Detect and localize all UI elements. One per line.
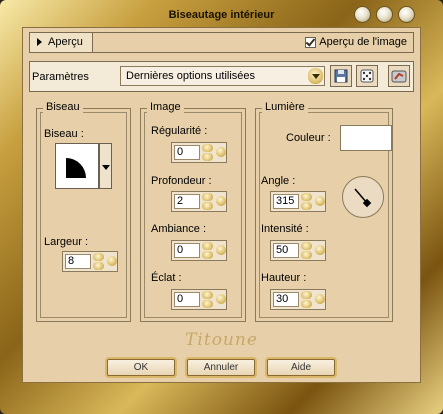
height-input[interactable]: 30 — [273, 292, 299, 307]
angle-slider-button[interactable] — [315, 196, 325, 206]
preview-toggle-button[interactable]: Aperçu — [30, 33, 93, 52]
ok-button[interactable]: OK — [107, 359, 175, 376]
window-title: Biseautage intérieur — [168, 9, 275, 21]
intensity-input[interactable]: 50 — [273, 243, 299, 258]
ambience-spinner[interactable]: 0 — [171, 240, 227, 261]
dialog-client-area: Aperçu Aperçu de l'image Paramètres Dern… — [22, 27, 421, 383]
image-preview-checkbox-wrap[interactable]: Aperçu de l'image — [305, 35, 407, 51]
smoothness-input[interactable]: 0 — [174, 145, 200, 160]
bevel-group: Biseau Biseau : Largeur : 8 — [36, 101, 131, 322]
light-group-title: Lumière — [262, 101, 308, 113]
ambience-slider-button[interactable] — [216, 245, 226, 255]
minimize-button[interactable] — [354, 6, 371, 23]
reset-hand-icon — [391, 70, 407, 83]
angle-needle-icon — [354, 188, 372, 208]
depth-input[interactable]: 2 — [174, 194, 200, 209]
depth-stepper[interactable] — [202, 193, 214, 210]
smoothness-spinner[interactable]: 0 — [171, 142, 227, 163]
ambience-label: Ambiance : — [151, 223, 207, 235]
depth-label: Profondeur : — [151, 175, 212, 187]
presets-label: Paramètres — [32, 71, 89, 83]
bevel-shape-icon — [66, 158, 86, 178]
preview-row: Aperçu Aperçu de l'image — [29, 32, 414, 53]
title-bar[interactable]: Biseautage intérieur — [6, 5, 437, 27]
bevel-shape-dropdown[interactable] — [99, 143, 112, 189]
depth-spinner[interactable]: 2 — [171, 191, 227, 212]
height-spinner[interactable]: 30 — [270, 289, 326, 310]
angle-input[interactable]: 315 — [273, 194, 299, 209]
shininess-stepper[interactable] — [202, 291, 214, 308]
help-button[interactable]: Aide — [267, 359, 335, 376]
light-color-swatch[interactable] — [340, 125, 392, 151]
image-preview-checkbox[interactable] — [305, 36, 317, 48]
ambience-input[interactable]: 0 — [174, 243, 200, 258]
image-group-title: Image — [147, 101, 184, 113]
smoothness-stepper[interactable] — [202, 144, 214, 161]
ambience-stepper[interactable] — [202, 242, 214, 259]
intensity-label: Intensité : — [261, 223, 309, 235]
smoothness-label: Régularité : — [151, 125, 208, 137]
maximize-button[interactable] — [376, 6, 393, 23]
save-disk-icon — [334, 69, 348, 83]
preset-select[interactable]: Dernières options utilisées — [120, 66, 325, 86]
smoothness-slider-button[interactable] — [216, 147, 226, 157]
close-button[interactable] — [398, 6, 415, 23]
angle-dial[interactable] — [342, 176, 384, 218]
height-label: Hauteur : — [261, 272, 307, 284]
light-group: Lumière Couleur : Angle : 315 Intensité … — [255, 101, 393, 322]
width-label: Largeur : — [44, 236, 89, 248]
image-group: Image Régularité : 0 Profondeur : 2 Ambi… — [140, 101, 246, 322]
bevel-group-title: Biseau — [43, 101, 83, 113]
depth-slider-button[interactable] — [216, 196, 226, 206]
cancel-button[interactable]: Annuler — [187, 359, 255, 376]
bevel-shape-preview[interactable] — [55, 143, 99, 189]
dice-icon — [360, 69, 374, 83]
reset-button[interactable] — [388, 65, 410, 87]
shininess-spinner[interactable]: 0 — [171, 289, 227, 310]
dialog-frame: Biseautage intérieur Aperçu Aperçu de l'… — [0, 0, 443, 414]
shininess-slider-button[interactable] — [216, 294, 226, 304]
save-preset-button[interactable] — [330, 65, 352, 87]
author-signature: Titoune — [185, 330, 258, 350]
preset-dropdown-arrow-icon[interactable] — [308, 68, 323, 84]
intensity-spinner[interactable]: 50 — [270, 240, 326, 261]
bevel-label: Biseau : — [44, 128, 84, 140]
image-preview-checkbox-label: Aperçu de l'image — [319, 36, 407, 49]
color-label: Couleur : — [286, 132, 331, 144]
height-slider-button[interactable] — [315, 294, 325, 304]
preview-toggle-label: Aperçu — [48, 36, 83, 48]
angle-stepper[interactable] — [301, 193, 313, 210]
shininess-input[interactable]: 0 — [174, 292, 200, 307]
intensity-stepper[interactable] — [301, 242, 313, 259]
expand-arrow-icon — [37, 38, 42, 46]
height-stepper[interactable] — [301, 291, 313, 308]
intensity-slider-button[interactable] — [315, 245, 325, 255]
presets-row: Paramètres Dernières options utilisées — [29, 61, 414, 92]
angle-label: Angle : — [261, 175, 296, 187]
width-input[interactable]: 8 — [65, 254, 91, 269]
random-button[interactable] — [356, 65, 378, 87]
angle-spinner[interactable]: 315 — [270, 191, 326, 212]
width-stepper[interactable] — [93, 253, 105, 270]
shininess-label: Éclat : — [151, 272, 182, 284]
width-slider-button[interactable] — [107, 256, 117, 266]
preset-select-value: Dernières options utilisées — [126, 70, 256, 82]
width-spinner[interactable]: 8 — [62, 251, 118, 272]
